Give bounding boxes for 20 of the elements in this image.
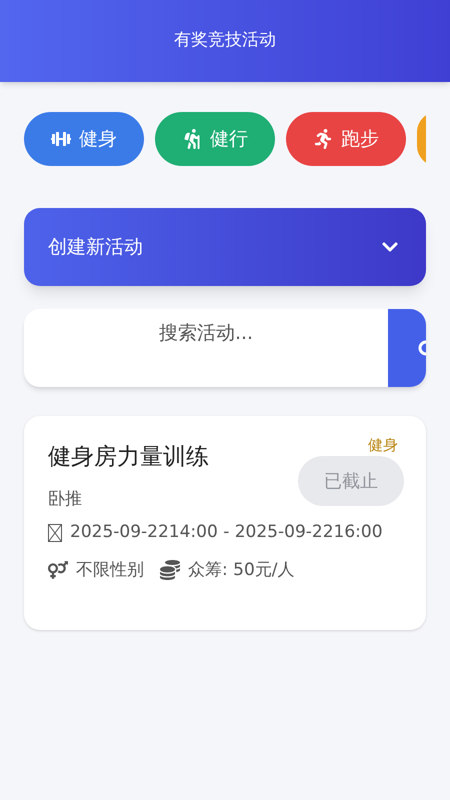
category-chip[interactable]: 健行	[155, 112, 275, 166]
search-button[interactable]	[388, 309, 426, 387]
create-activity-dropdown[interactable]: 创建新活动	[24, 208, 426, 286]
category-chip[interactable]: 健身	[24, 112, 144, 166]
category-chip[interactable]: 跑步	[286, 112, 406, 166]
runner-icon	[313, 129, 333, 149]
activity-subtitle: 卧推	[48, 488, 83, 510]
gender-icon	[48, 560, 68, 580]
activity-title: 健身房力量训练	[48, 443, 209, 472]
dumbbell-icon	[51, 129, 71, 149]
category-tag: 健身	[368, 436, 398, 454]
search-icon	[417, 340, 426, 356]
fee-text: 众筹: 50元/人	[188, 558, 294, 582]
hiker-icon	[182, 129, 202, 149]
activity-time: 2025-09-2214:00 - 2025-09-2216:00	[70, 521, 383, 544]
search-field[interactable]: 搜索活动...	[24, 309, 426, 387]
coins-icon	[160, 560, 180, 580]
page-title: 有奖竞技活动	[174, 29, 276, 52]
missing-glyph-icon	[48, 524, 62, 542]
gender-text: 不限性别	[76, 558, 144, 582]
